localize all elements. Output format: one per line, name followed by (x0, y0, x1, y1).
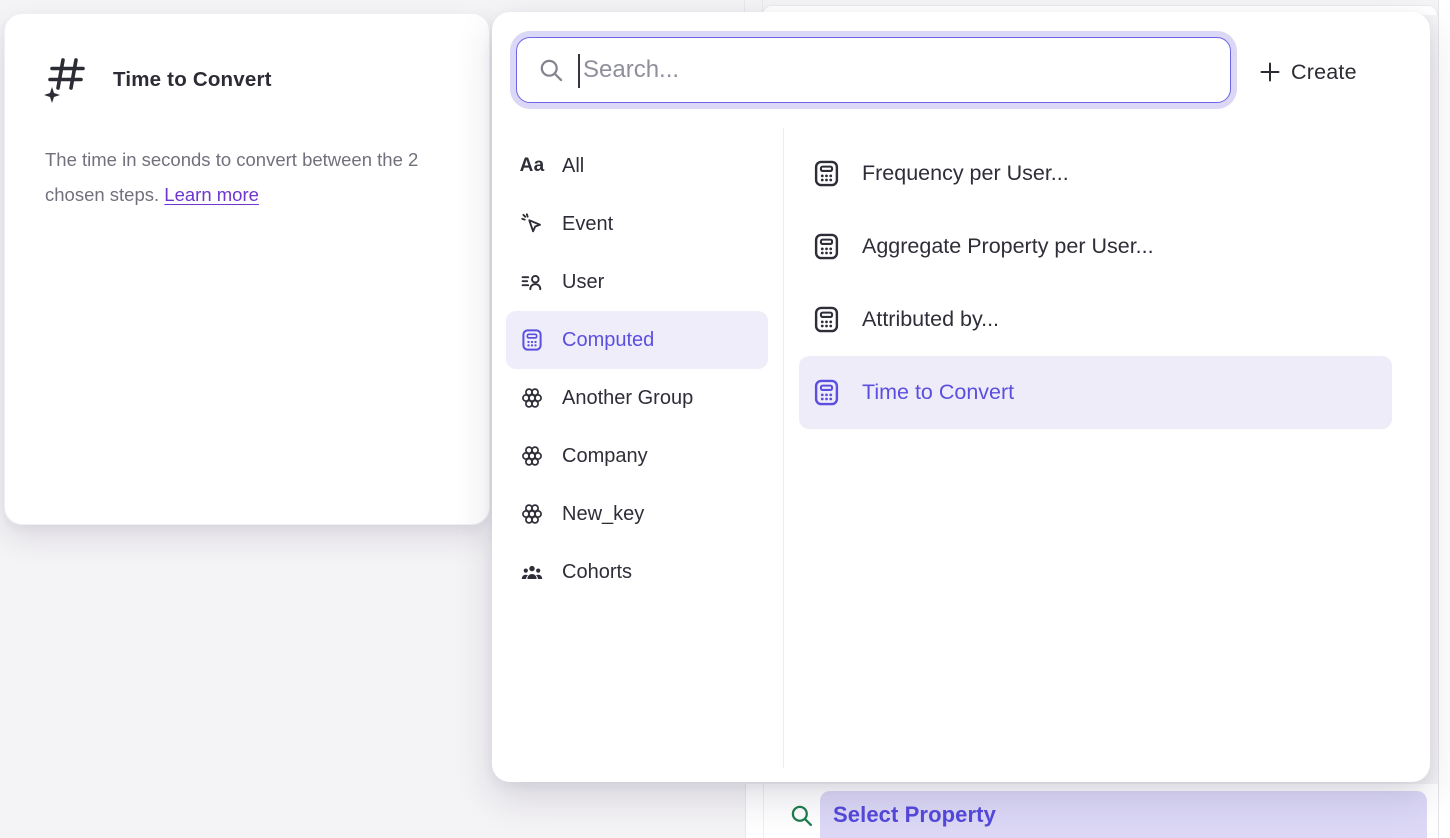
category-label: User (562, 271, 604, 294)
create-button-label: Create (1291, 60, 1357, 85)
category-list: AaAll Event User Computed Another Group … (506, 137, 768, 601)
tooltip-description: The time in seconds to convert between t… (45, 142, 423, 212)
calculator-icon (812, 378, 841, 407)
cohorts-icon (520, 560, 544, 584)
aa-glyph: Aa (520, 155, 545, 177)
text-aa-icon: Aa (520, 154, 544, 178)
group-cluster-icon (520, 386, 544, 410)
category-label: Computed (562, 329, 654, 352)
category-item-another-group[interactable]: Another Group (506, 369, 768, 427)
background-card-right-edge (1438, 0, 1450, 838)
category-label: New_key (562, 503, 644, 526)
property-selector-dropdown: Create Aa All Event User Computed Another… (492, 12, 1430, 782)
category-item-company[interactable]: Company (506, 427, 768, 485)
category-label: Cohorts (562, 561, 632, 584)
result-label: Attributed by... (862, 307, 999, 332)
category-label: Event (562, 213, 613, 236)
group-cluster-icon (520, 502, 544, 526)
search-focus-ring (510, 31, 1237, 109)
category-item-computed[interactable]: Computed (506, 311, 768, 369)
background-divider (763, 784, 764, 838)
search-field[interactable] (516, 37, 1231, 103)
numeric-hash-star-icon (43, 54, 91, 106)
result-item-time-to-convert[interactable]: Time to Convert (799, 356, 1392, 429)
category-item-all[interactable]: Aa All (506, 137, 768, 195)
result-item-attributed-by[interactable]: Attributed by... (799, 283, 1392, 356)
learn-more-link[interactable]: Learn more (164, 184, 259, 205)
result-label: Time to Convert (862, 380, 1014, 405)
category-item-event[interactable]: Event (506, 195, 768, 253)
event-cursor-icon (520, 212, 544, 236)
category-label: Another Group (562, 387, 693, 410)
property-tooltip-card: Time to Convert The time in seconds to c… (4, 13, 490, 525)
panel-divider (783, 128, 784, 768)
result-item-aggregate-property-per-user[interactable]: Aggregate Property per User... (799, 210, 1392, 283)
category-item-user[interactable]: User (506, 253, 768, 311)
select-property-field[interactable]: Select Property (820, 791, 1427, 838)
plus-icon (1260, 62, 1280, 82)
user-profile-icon (520, 270, 544, 294)
calculator-icon (812, 232, 841, 261)
result-label: Frequency per User... (862, 161, 1069, 186)
group-cluster-icon (520, 444, 544, 468)
search-input[interactable] (517, 38, 1230, 102)
calculator-icon (520, 328, 544, 352)
tooltip-title: Time to Convert (113, 68, 272, 92)
create-button[interactable]: Create (1260, 50, 1357, 94)
property-search-icon (789, 803, 815, 829)
category-label: Company (562, 445, 648, 468)
calculator-icon (812, 305, 841, 334)
result-label: Aggregate Property per User... (862, 234, 1154, 259)
category-item-cohorts[interactable]: Cohorts (506, 543, 768, 601)
calculator-icon (812, 159, 841, 188)
select-property-label: Select Property (833, 802, 996, 828)
tooltip-header: Time to Convert (43, 54, 272, 106)
category-label: All (562, 155, 584, 178)
result-list: Frequency per User... Aggregate Property… (799, 137, 1392, 429)
category-item-new-key[interactable]: New_key (506, 485, 768, 543)
result-item-frequency-per-user[interactable]: Frequency per User... (799, 137, 1392, 210)
